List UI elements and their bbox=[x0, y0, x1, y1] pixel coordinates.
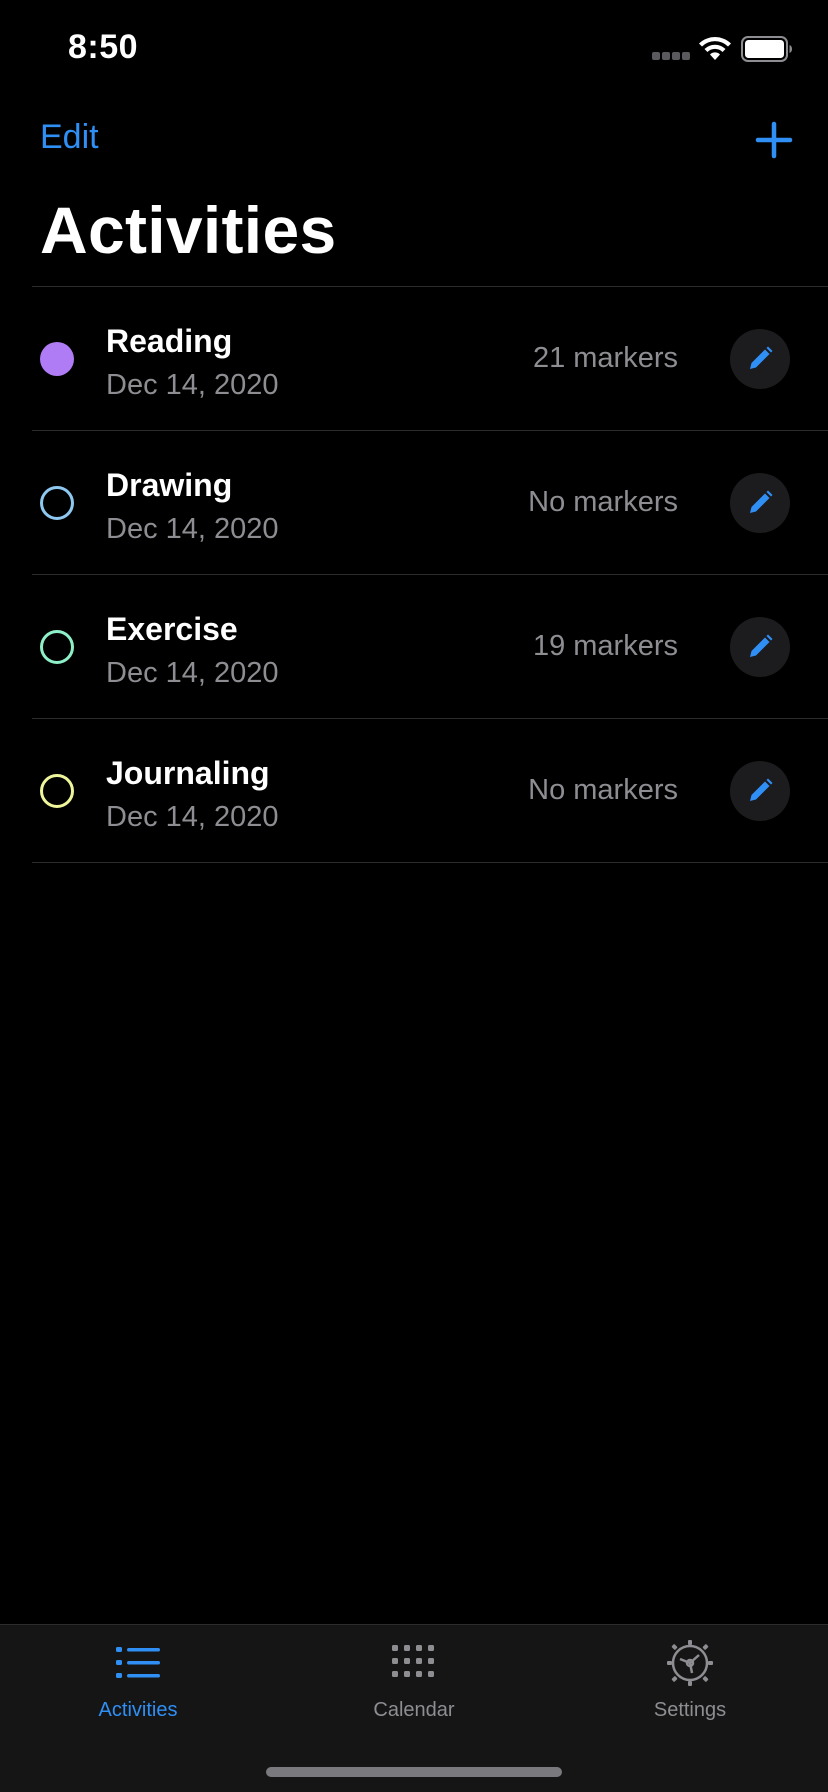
activity-name: Exercise bbox=[106, 611, 238, 647]
tab-label: Calendar bbox=[373, 1699, 455, 1721]
wifi-icon bbox=[699, 37, 731, 60]
tab-label: Settings bbox=[653, 1699, 727, 1721]
marker-count: No markers bbox=[528, 486, 678, 518]
marker-count: 19 markers bbox=[532, 630, 678, 662]
tab-calendar[interactable]: Calendar bbox=[276, 1625, 552, 1735]
add-activity-button[interactable] bbox=[752, 118, 796, 162]
screen: 8:50 Edit Activities Reading Dec 14, 202… bbox=[0, 0, 828, 1792]
activity-name: Drawing bbox=[106, 467, 233, 503]
divider bbox=[32, 862, 828, 863]
battery-icon bbox=[741, 36, 792, 62]
pencil-icon bbox=[750, 778, 773, 801]
list-item[interactable]: Reading Dec 14, 2020 21 markers bbox=[32, 287, 828, 430]
page-title: Activities bbox=[40, 193, 337, 267]
activity-color-dot bbox=[40, 486, 74, 520]
gear-icon bbox=[667, 1640, 713, 1686]
plus-icon bbox=[755, 121, 793, 159]
marker-count: No markers bbox=[528, 774, 678, 806]
edit-activity-button[interactable] bbox=[730, 761, 790, 821]
status-time: 8:50 bbox=[68, 28, 139, 66]
edit-activity-button[interactable] bbox=[730, 617, 790, 677]
activity-date: Dec 14, 2020 bbox=[106, 513, 279, 545]
activity-date: Dec 14, 2020 bbox=[106, 369, 279, 401]
status-bar: 8:50 bbox=[0, 0, 828, 100]
tab-settings[interactable]: Settings bbox=[552, 1625, 828, 1735]
pencil-icon bbox=[750, 634, 773, 657]
activity-date: Dec 14, 2020 bbox=[106, 801, 279, 833]
activity-name: Journaling bbox=[106, 755, 270, 791]
edit-activity-button[interactable] bbox=[730, 473, 790, 533]
edit-activity-button[interactable] bbox=[730, 329, 790, 389]
list-item[interactable]: Journaling Dec 14, 2020 No markers bbox=[32, 719, 828, 862]
activity-name: Reading bbox=[106, 323, 233, 359]
marker-count: 21 markers bbox=[532, 342, 678, 374]
tab-label: Activities bbox=[98, 1699, 178, 1721]
activity-color-dot bbox=[40, 630, 74, 664]
activity-color-dot bbox=[40, 774, 74, 808]
list-icon bbox=[116, 1647, 160, 1678]
activity-date: Dec 14, 2020 bbox=[106, 657, 279, 689]
activity-color-dot bbox=[40, 342, 74, 376]
edit-button[interactable]: Edit bbox=[40, 118, 99, 157]
home-indicator[interactable] bbox=[266, 1767, 562, 1777]
list-item[interactable]: Drawing Dec 14, 2020 No markers bbox=[32, 431, 828, 574]
list-item[interactable]: Exercise Dec 14, 2020 19 markers bbox=[32, 575, 828, 718]
pencil-icon bbox=[750, 346, 773, 369]
activity-list: Reading Dec 14, 2020 21 markers Drawing … bbox=[32, 286, 828, 863]
cellular-signal-icon bbox=[652, 52, 692, 62]
calendar-grid-icon bbox=[392, 1645, 434, 1677]
tab-activities[interactable]: Activities bbox=[0, 1625, 276, 1735]
pencil-icon bbox=[750, 490, 773, 513]
